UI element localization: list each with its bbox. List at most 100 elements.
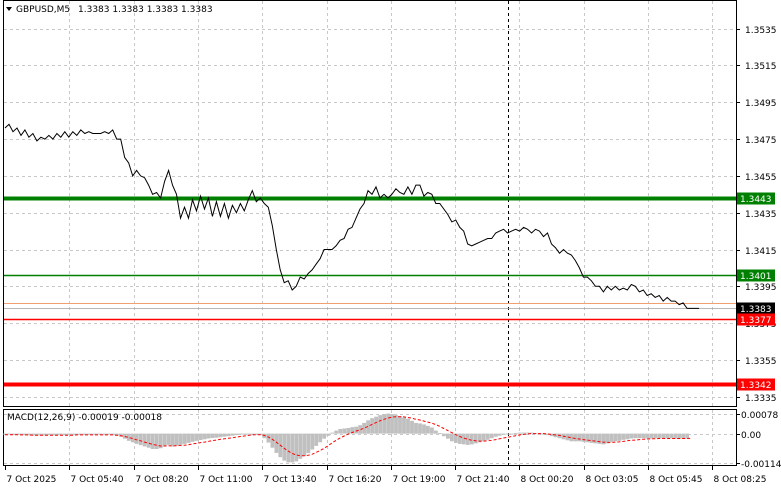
macd-bar <box>182 433 187 444</box>
price-tick-label: 1.3495 <box>745 99 777 109</box>
macd-bar <box>669 433 674 439</box>
macd-indicator-label: MACD(12,26,9) -0.00019 -0.00018 <box>7 413 162 423</box>
price-tick-label: 1.3415 <box>745 247 777 257</box>
macd-bar <box>414 422 418 434</box>
macd-bar <box>442 433 446 437</box>
macd-bar <box>645 433 650 439</box>
macd-bar <box>665 433 670 439</box>
price-pane-frame <box>3 0 737 407</box>
macd-bar <box>513 433 518 435</box>
macd-bar <box>214 433 219 438</box>
macd-bar <box>230 433 235 436</box>
macd-bar <box>374 416 378 434</box>
macd-bar <box>501 433 506 435</box>
macd-bar <box>629 433 634 439</box>
macd-y-axis: 0.00078 0.00 -0.00114 <box>736 411 781 470</box>
macd-bar <box>685 433 690 439</box>
macd-bar <box>469 433 474 445</box>
price-tick-label: 1.3535 <box>745 26 777 36</box>
macd-bar <box>338 429 343 434</box>
macd-bar <box>246 433 251 435</box>
time-tick-label: 7 Oct 2025 <box>7 475 57 485</box>
macd-bar <box>382 414 386 434</box>
macd-bar <box>294 433 299 462</box>
macd-bar <box>402 417 406 434</box>
macd-bar <box>198 433 203 440</box>
macd-bar <box>194 433 199 441</box>
time-tick-label: 7 Oct 13:40 <box>264 475 317 485</box>
macd-bar <box>613 433 618 442</box>
macd-bar <box>170 433 175 447</box>
macd-bar <box>190 433 195 442</box>
macd-bar <box>581 433 586 442</box>
macd-bar <box>150 433 155 449</box>
macd-bar <box>138 433 143 446</box>
macd-bar <box>458 433 462 444</box>
macd-bar <box>446 433 450 439</box>
macd-bar <box>418 423 422 434</box>
macd-bar <box>326 433 331 436</box>
macd-bar <box>282 433 287 461</box>
macd-bar <box>178 433 183 445</box>
macd-bar <box>206 433 211 439</box>
time-tick-label: 8 Oct 03:05 <box>586 475 639 485</box>
macd-bar <box>497 433 502 436</box>
macd-bar <box>202 433 207 440</box>
macd-bar <box>122 433 127 439</box>
macd-bar <box>378 415 382 434</box>
macd-bar <box>314 433 319 446</box>
macd-bar <box>290 433 295 463</box>
macd-bar <box>434 430 438 434</box>
macd-bar <box>422 424 426 434</box>
macd-bar <box>509 433 514 435</box>
chart-canvas[interactable]: 1.3535 1.3515 1.3495 1.3475 1.3455 1.3435 1.34… <box>0 0 781 489</box>
macd-bar <box>601 433 606 445</box>
macd-bar <box>218 433 223 438</box>
price-tick-label: 1.3435 <box>745 210 777 220</box>
time-tick-label: 7 Oct 08:20 <box>136 475 189 485</box>
macd-bar <box>330 432 335 434</box>
macd-bar <box>633 433 638 439</box>
level-tag-label: 1.3377 <box>740 316 772 326</box>
macd-bar <box>493 433 498 437</box>
macd-bar <box>210 433 215 438</box>
macd-bar <box>461 433 466 445</box>
macd-bar <box>286 433 291 463</box>
macd-bar <box>489 433 494 439</box>
macd-bar <box>346 428 351 434</box>
macd-bar <box>322 433 327 439</box>
macd-bar <box>186 433 191 443</box>
macd-bar <box>473 433 478 444</box>
macd-bar <box>162 433 167 447</box>
macd-bar <box>593 433 598 444</box>
level-tag-1-3342: 1.3342 <box>737 378 775 391</box>
macd-bar <box>310 433 315 450</box>
macd-bar <box>318 433 323 443</box>
macd-bar <box>521 432 526 434</box>
macd-bar <box>166 433 171 445</box>
time-tick-label: 7 Oct 21:40 <box>457 475 510 485</box>
macd-bar <box>334 430 339 434</box>
macd-bar <box>517 432 522 434</box>
price-tick-label: 1.3355 <box>745 357 777 367</box>
time-axis: 7 Oct 2025 7 Oct 05:40 7 Oct 08:20 7 Oct 11… <box>5 466 766 485</box>
chart-window[interactable]: 1.3535 1.3515 1.3495 1.3475 1.3455 1.3435 1.34… <box>0 0 781 489</box>
ohlc-values: 1.3383 1.3383 1.3383 1.3383 <box>78 5 213 15</box>
macd-bar <box>681 433 686 439</box>
macd-bar <box>386 413 390 434</box>
time-tick-label: 8 Oct 05:45 <box>650 475 703 485</box>
price-y-axis: 1.3535 1.3515 1.3495 1.3475 1.3455 1.3435 1.34… <box>736 26 777 404</box>
price-tick-label: 1.3455 <box>745 173 777 183</box>
level-tag-1-3443: 1.3443 <box>737 192 775 205</box>
level-tag-label: 1.3401 <box>740 272 772 282</box>
macd-tick-label: 0.00078 <box>741 411 778 421</box>
macd-bar <box>450 433 454 442</box>
macd-bar <box>134 433 139 444</box>
macd-bar <box>234 433 239 436</box>
macd-bar <box>146 433 151 448</box>
macd-bar <box>657 433 662 439</box>
level-tag-1-3377: 1.3377 <box>737 313 775 326</box>
macd-bar <box>585 433 590 443</box>
macd-bar <box>154 433 159 449</box>
price-tick-label: 1.3475 <box>745 136 777 146</box>
